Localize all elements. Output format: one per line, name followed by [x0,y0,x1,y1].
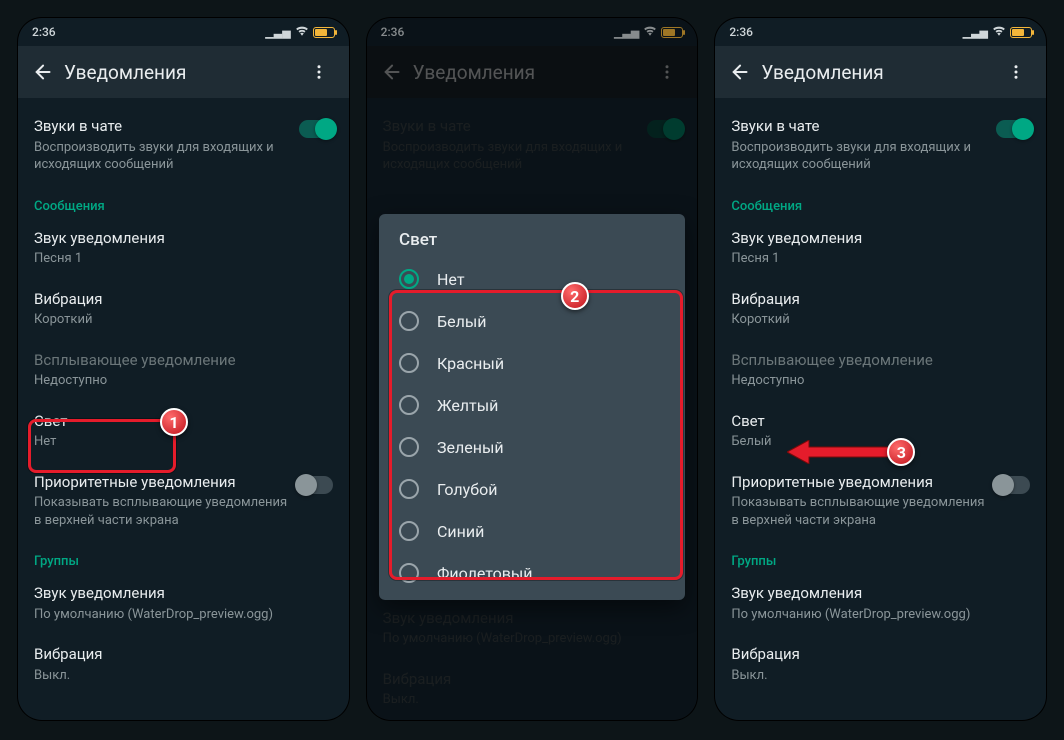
light-dialog: Свет Нет Белый Красный Желтый Зеленый [379,214,685,600]
row-subtitle: Недоступно [34,372,294,390]
row-subtitle: Нет [34,433,294,451]
priority-row[interactable]: Приоритетные уведомления Показывать вспл… [715,462,1046,541]
row-subtitle: Выкл. [34,667,294,685]
section-messages: Сообщения [715,185,1046,218]
more-button[interactable] [996,52,1036,92]
status-time: 2:36 [32,25,56,39]
wifi-icon [992,25,1006,39]
chat-sounds-toggle[interactable] [299,120,333,138]
vibration-row[interactable]: Вибрация Короткий [715,279,1046,340]
priority-toggle[interactable] [996,476,1030,494]
popup-row: Всплывающее уведомление Недоступно [18,340,349,401]
status-bar: 2:36 ▁▃▅ [715,18,1046,46]
notification-sound-row[interactable]: Звук уведомления Песня 1 [18,218,349,279]
notification-sound-row[interactable]: Звук уведомления Песня 1 [715,218,1046,279]
radio-icon [399,311,419,331]
callout-2: 2 [561,282,589,310]
battery-icon [313,27,335,38]
row-title: Звук уведомления [34,584,333,604]
row-subtitle: По умолчанию (WaterDrop_preview.ogg) [34,606,294,624]
app-bar: Уведомления [715,46,1046,98]
phone-screenshot-3: 2:36 ▁▃▅ Уведомления Звуки в чате Воспро… [715,18,1046,720]
settings-list: Звуки в чате Воспроизводить звуки для вх… [18,98,349,720]
light-option-yellow[interactable]: Желтый [379,384,685,426]
battery-icon [1010,27,1032,38]
row-title: Вибрация [34,290,333,310]
light-option-white[interactable]: Белый [379,300,685,342]
wifi-icon [295,25,309,39]
radio-icon [399,353,419,373]
settings-list: Звуки в чате Воспроизводить звуки для вх… [715,98,1046,720]
chat-sounds-row[interactable]: Звуки в чате Воспроизводить звуки для вх… [18,106,349,185]
light-option-blue[interactable]: Синий [379,510,685,552]
option-label: Зеленый [437,438,504,457]
status-icons: ▁▃▅ [963,25,1032,39]
light-option-cyan[interactable]: Голубой [379,468,685,510]
app-bar: Уведомления [18,46,349,98]
radio-icon [399,437,419,457]
row-subtitle: Короткий [34,311,294,329]
row-title: Вибрация [34,645,333,665]
group-vibration-row[interactable]: Вибрация Выкл. [715,634,1046,695]
phone-screenshot-1: 2:36 ▁▃▅ Уведомления Звуки в чате Воспро… [18,18,349,720]
section-messages: Сообщения [18,185,349,218]
option-label: Нет [437,270,465,289]
back-button[interactable] [24,52,64,92]
option-label: Красный [437,354,504,373]
back-button[interactable] [721,52,761,92]
signal-icon: ▁▃▅ [265,26,290,39]
appbar-title: Уведомления [761,61,996,84]
chat-sounds-toggle[interactable] [996,120,1030,138]
row-title: Приоритетные уведомления [34,473,333,493]
group-sound-row[interactable]: Звук уведомления По умолчанию (WaterDrop… [715,573,1046,634]
option-label: Желтый [437,396,498,415]
radio-icon [399,479,419,499]
chat-sounds-row[interactable]: Звуки в чате Воспроизводить звуки для вх… [715,106,1046,185]
option-label: Синий [437,522,484,541]
signal-icon: ▁▃▅ [963,26,988,39]
more-button[interactable] [299,52,339,92]
row-subtitle: Песня 1 [34,250,294,268]
status-time: 2:36 [729,25,753,39]
option-label: Фиолетовый [437,564,533,583]
row-title: Звуки в чате [34,117,333,137]
section-groups: Группы [18,540,349,573]
callout-1: 1 [160,408,188,436]
radio-icon [399,395,419,415]
status-bar: 2:36 ▁▃▅ [18,18,349,46]
priority-toggle[interactable] [299,476,333,494]
light-option-violet[interactable]: Фиолетовый [379,552,685,594]
status-icons: ▁▃▅ [265,25,334,39]
light-option-red[interactable]: Красный [379,342,685,384]
vibration-row[interactable]: Вибрация Короткий [18,279,349,340]
light-option-green[interactable]: Зеленый [379,426,685,468]
row-title: Всплывающее уведомление [34,351,333,371]
row-subtitle: Показывать всплывающие уведомления в вер… [34,494,294,529]
dialog-backdrop[interactable]: Свет Нет Белый Красный Желтый Зеленый [367,18,698,720]
row-title: Звук уведомления [34,229,333,249]
option-label: Голубой [437,480,497,499]
dialog-title: Свет [379,228,685,258]
arrow-3 [787,440,897,464]
popup-row: Всплывающее уведомление Недоступно [715,340,1046,401]
phone-screenshot-2: 2:36 ▁▃▅ Уведомления Звуки в чате Воспро… [367,18,698,720]
light-option-none[interactable]: Нет [379,258,685,300]
radio-icon [399,563,419,583]
appbar-title: Уведомления [64,61,299,84]
radio-icon [399,269,419,289]
group-sound-row[interactable]: Звук уведомления По умолчанию (WaterDrop… [18,573,349,634]
group-vibration-row[interactable]: Вибрация Выкл. [18,634,349,695]
radio-icon [399,521,419,541]
row-subtitle: Воспроизводить звуки для входящих и исхо… [34,139,294,174]
section-groups: Группы [715,540,1046,573]
option-label: Белый [437,312,486,331]
priority-row[interactable]: Приоритетные уведомления Показывать вспл… [18,462,349,541]
